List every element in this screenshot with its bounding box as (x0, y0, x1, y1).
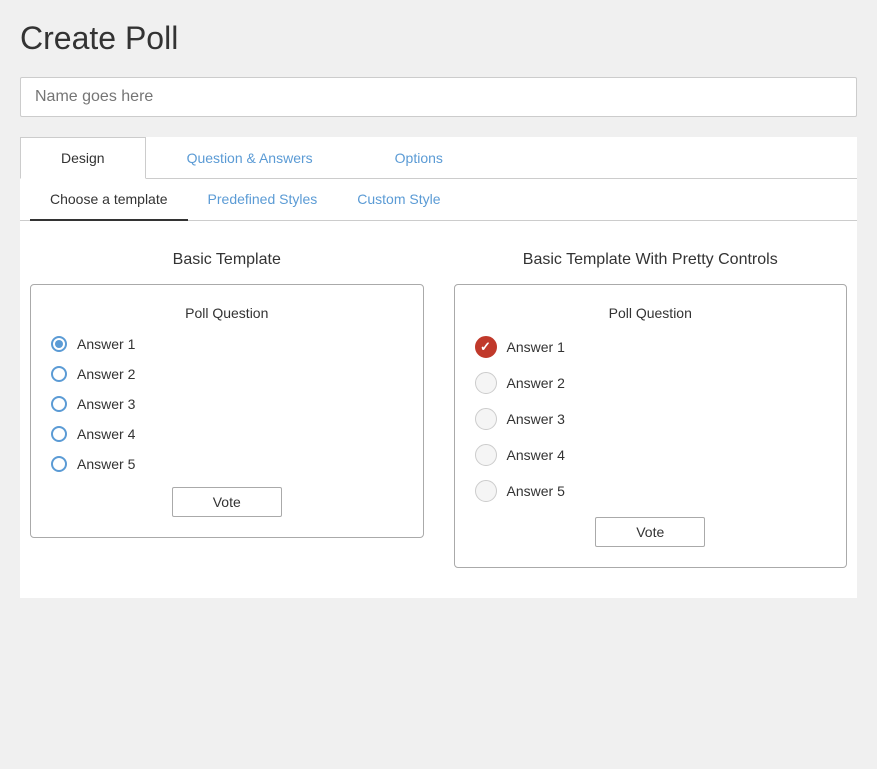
list-item: Answer 3 (475, 408, 827, 430)
tab-design[interactable]: Design (20, 137, 146, 179)
subtab-custom-style[interactable]: Custom Style (337, 179, 460, 221)
basic-template-title: Basic Template (173, 251, 281, 269)
list-item: Answer 4 (475, 444, 827, 466)
list-item: Answer 2 (51, 366, 403, 382)
list-item: Answer 2 (475, 372, 827, 394)
list-item: Answer 5 (475, 480, 827, 502)
subtab-choose-template[interactable]: Choose a template (30, 179, 188, 221)
list-item: Answer 4 (51, 426, 403, 442)
pretty-poll-question: Poll Question (475, 305, 827, 321)
answer5-label-pretty: Answer 5 (507, 483, 565, 499)
answer4-label-basic: Answer 4 (77, 426, 135, 442)
vote-button-basic[interactable]: Vote (172, 487, 282, 517)
radio-answer3-pretty[interactable] (475, 408, 497, 430)
sub-tabs: Choose a template Predefined Styles Cust… (20, 179, 857, 221)
radio-answer1-pretty[interactable] (475, 336, 497, 358)
answer1-label-pretty: Answer 1 (507, 339, 565, 355)
pretty-template-card: Poll Question Answer 1 Answer 2 Answer 3… (454, 284, 848, 568)
answer2-label-pretty: Answer 2 (507, 375, 565, 391)
answer5-label-basic: Answer 5 (77, 456, 135, 472)
answer3-label-pretty: Answer 3 (507, 411, 565, 427)
list-item: Answer 1 (475, 336, 827, 358)
tab-options[interactable]: Options (354, 137, 484, 178)
radio-answer5-pretty[interactable] (475, 480, 497, 502)
vote-button-pretty[interactable]: Vote (595, 517, 705, 547)
answer4-label-pretty: Answer 4 (507, 447, 565, 463)
list-item: Answer 3 (51, 396, 403, 412)
list-item: Answer 5 (51, 456, 403, 472)
radio-answer3-basic[interactable] (51, 396, 67, 412)
radio-answer5-basic[interactable] (51, 456, 67, 472)
poll-name-input[interactable] (20, 77, 857, 117)
basic-template-section: Basic Template Poll Question Answer 1 An… (30, 251, 424, 568)
answer3-label-basic: Answer 3 (77, 396, 135, 412)
basic-template-card: Poll Question Answer 1 Answer 2 Answer 3… (30, 284, 424, 538)
basic-poll-question: Poll Question (51, 305, 403, 321)
pretty-template-title: Basic Template With Pretty Controls (523, 251, 778, 269)
tab-question-answers[interactable]: Question & Answers (146, 137, 354, 178)
list-item: Answer 1 (51, 336, 403, 352)
page-title: Create Poll (20, 20, 857, 57)
radio-answer2-basic[interactable] (51, 366, 67, 382)
templates-container: Basic Template Poll Question Answer 1 An… (20, 251, 857, 598)
radio-answer1-basic[interactable] (51, 336, 67, 352)
radio-answer4-basic[interactable] (51, 426, 67, 442)
radio-answer2-pretty[interactable] (475, 372, 497, 394)
radio-answer4-pretty[interactable] (475, 444, 497, 466)
main-tabs: Design Question & Answers Options (20, 137, 857, 179)
answer1-label-basic: Answer 1 (77, 336, 135, 352)
answer2-label-basic: Answer 2 (77, 366, 135, 382)
pretty-template-section: Basic Template With Pretty Controls Poll… (454, 251, 848, 568)
subtab-predefined-styles[interactable]: Predefined Styles (188, 179, 338, 221)
